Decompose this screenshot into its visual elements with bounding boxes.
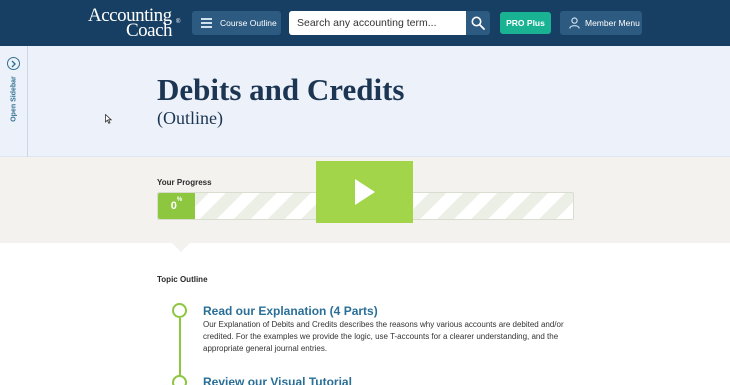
cursor-icon bbox=[105, 114, 112, 124]
progress-unit: % bbox=[176, 197, 183, 203]
search-icon bbox=[471, 16, 485, 30]
play-video-button[interactable] bbox=[316, 161, 413, 223]
list-icon bbox=[201, 18, 212, 28]
pro-plus-button[interactable]: PRO Plus bbox=[500, 12, 551, 34]
timeline-dot bbox=[172, 303, 187, 318]
page-title: Debits and Credits bbox=[157, 72, 405, 107]
read-explanation-description: Our Explanation of Debits and Credits de… bbox=[203, 320, 564, 353]
section-pointer bbox=[172, 243, 190, 252]
search-button[interactable] bbox=[466, 11, 490, 35]
timeline-dot bbox=[172, 375, 187, 385]
open-sidebar-label: Open Sidebar bbox=[10, 76, 18, 122]
logo-registered-mark: ® bbox=[176, 19, 181, 25]
top-navigation-bar: Accounting Coach ® Course Outline PRO Pl… bbox=[0, 0, 730, 46]
topic-outline-heading: Topic Outline bbox=[157, 275, 208, 284]
accountingcoach-logo[interactable]: Accounting Coach ® bbox=[88, 6, 184, 40]
progress-value-badge: 0% bbox=[158, 193, 195, 219]
member-menu-label: Member Menu bbox=[585, 18, 640, 28]
member-menu-button[interactable]: Member Menu bbox=[560, 11, 642, 35]
course-outline-button[interactable]: Course Outline bbox=[192, 11, 281, 35]
progress-label: Your Progress bbox=[157, 178, 212, 187]
user-icon bbox=[569, 17, 580, 29]
play-icon bbox=[355, 179, 375, 205]
logo-line2: Coach bbox=[126, 20, 173, 41]
chevron-right-circle-icon bbox=[7, 57, 20, 70]
read-explanation-link[interactable]: Read our Explanation (4 Parts) bbox=[203, 304, 378, 318]
page-subtitle: (Outline) bbox=[157, 108, 223, 128]
visual-tutorial-link[interactable]: Review our Visual Tutorial bbox=[203, 375, 352, 385]
open-sidebar-toggle[interactable]: Open Sidebar bbox=[0, 46, 28, 157]
course-outline-label: Course Outline bbox=[220, 18, 277, 28]
search-input[interactable] bbox=[289, 11, 467, 35]
search-bar bbox=[289, 11, 490, 35]
timeline-connector bbox=[179, 318, 181, 378]
